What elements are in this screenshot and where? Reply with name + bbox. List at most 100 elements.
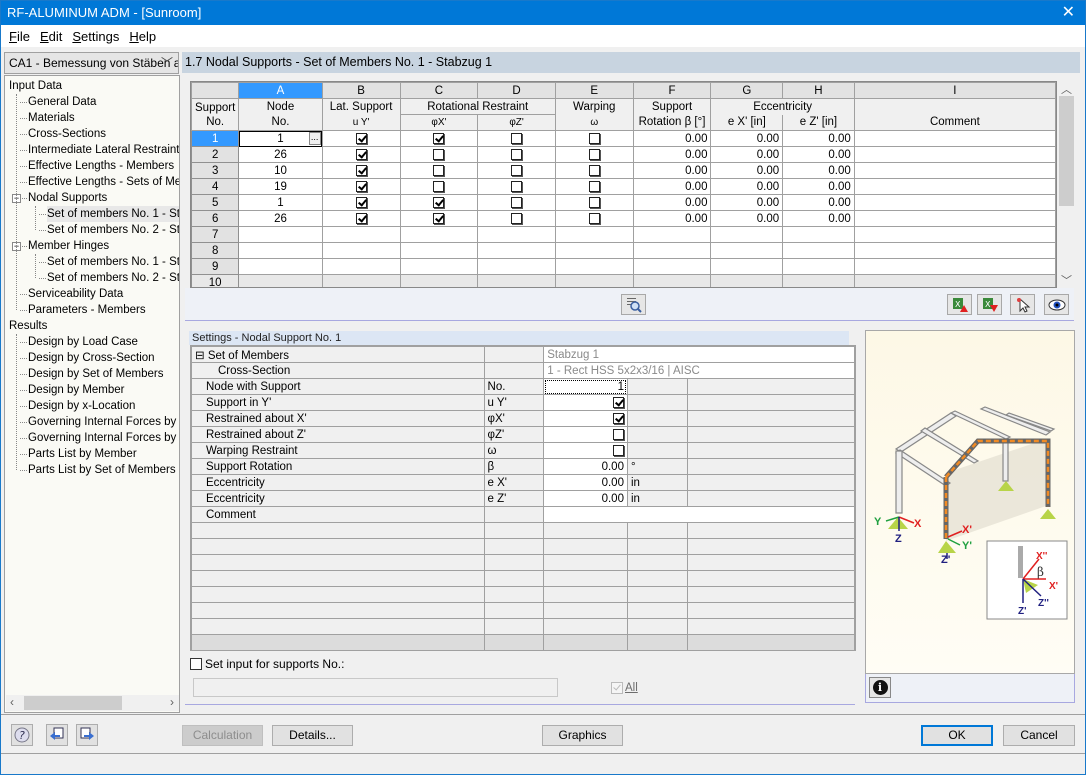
collapse-icon[interactable]: ⊟ xyxy=(195,350,208,362)
omega-checkbox[interactable] xyxy=(588,180,600,192)
row-header[interactable]: 9 xyxy=(191,258,240,275)
scroll-left-icon[interactable]: ‹ xyxy=(10,695,14,709)
menu-file[interactable]: File xyxy=(4,29,35,44)
ex-cell[interactable]: 0.00 xyxy=(710,130,784,147)
phix-cell[interactable] xyxy=(399,226,479,243)
tree-member-hinges[interactable]: Member Hinges xyxy=(28,238,109,254)
settings-value[interactable]: 0.00 xyxy=(543,490,628,507)
ez-cell[interactable]: 0.00 xyxy=(782,194,855,211)
phix-checkbox[interactable] xyxy=(433,196,445,208)
row-header[interactable]: 7 xyxy=(191,226,240,243)
phiz-cell[interactable] xyxy=(477,194,556,211)
col-header-a[interactable]: A xyxy=(238,82,323,99)
tree-item-design-by-member[interactable]: Design by Member xyxy=(28,382,125,398)
uy-cell[interactable] xyxy=(321,162,401,179)
row-header[interactable]: 10 xyxy=(191,274,240,287)
comment-cell[interactable] xyxy=(853,178,1056,195)
phix-cell[interactable] xyxy=(399,146,479,163)
settings-checkbox[interactable] xyxy=(612,412,624,424)
phix-checkbox[interactable] xyxy=(433,132,445,144)
settings-value[interactable] xyxy=(543,426,628,443)
omega-cell[interactable] xyxy=(554,146,634,163)
row-header[interactable]: 3 xyxy=(191,162,240,179)
col-header-c[interactable]: C xyxy=(399,82,479,99)
tree-item-effective-lengths-members[interactable]: Effective Lengths - Members xyxy=(28,158,174,174)
close-icon[interactable]: ✕ xyxy=(1062,1,1075,25)
omega-cell[interactable] xyxy=(554,194,634,211)
comment-cell[interactable] xyxy=(853,274,1056,287)
settings-value[interactable]: 0.00 xyxy=(543,458,628,475)
node-cell[interactable]: 19 xyxy=(238,178,323,195)
scroll-up-icon[interactable]: ︿ xyxy=(1061,81,1072,97)
comment-cell[interactable] xyxy=(853,258,1056,275)
tree-item-governing-internal-forces-by-m[interactable]: Governing Internal Forces by M xyxy=(28,414,179,430)
omega-cell[interactable] xyxy=(554,210,634,227)
scroll-thumb[interactable] xyxy=(1059,96,1074,206)
uy-checkbox[interactable] xyxy=(355,148,367,160)
ex-cell[interactable]: 0.00 xyxy=(710,162,784,179)
settings-value[interactable]: 0.00 xyxy=(543,474,628,491)
beta-cell[interactable]: 0.00 xyxy=(632,210,712,227)
uy-cell[interactable] xyxy=(321,242,401,259)
scroll-down-icon[interactable]: ﹀ xyxy=(1061,272,1072,288)
phiz-cell[interactable] xyxy=(477,162,556,179)
row-header[interactable]: 5 xyxy=(191,194,240,211)
tree-item-parameters-members[interactable]: Parameters - Members xyxy=(28,302,146,318)
row-header[interactable]: 6 xyxy=(191,210,240,227)
ez-cell[interactable] xyxy=(782,242,855,259)
phix-cell[interactable] xyxy=(399,274,479,287)
comment-cell[interactable] xyxy=(853,162,1056,179)
settings-comment-field[interactable] xyxy=(543,506,855,523)
set-input-check-box[interactable] xyxy=(190,658,202,670)
phiz-cell[interactable] xyxy=(477,258,556,275)
node-cell[interactable]: 1... xyxy=(238,130,323,147)
uy-checkbox[interactable] xyxy=(355,164,367,176)
node-cell[interactable]: 1 xyxy=(238,194,323,211)
uy-cell[interactable] xyxy=(321,194,401,211)
phiz-cell[interactable] xyxy=(477,274,556,287)
menu-settings[interactable]: Settings xyxy=(67,29,124,44)
phiz-checkbox[interactable] xyxy=(511,132,523,144)
row-header[interactable]: 4 xyxy=(191,178,240,195)
node-cell[interactable]: 26 xyxy=(238,210,323,227)
col-header-b[interactable]: B xyxy=(321,82,401,99)
omega-cell[interactable] xyxy=(554,130,634,147)
uy-cell[interactable] xyxy=(321,130,401,147)
phiz-cell[interactable] xyxy=(477,146,556,163)
comment-cell[interactable] xyxy=(853,226,1056,243)
omega-cell[interactable] xyxy=(554,226,634,243)
uy-checkbox[interactable] xyxy=(355,212,367,224)
node-cell[interactable] xyxy=(238,226,323,243)
uy-cell[interactable] xyxy=(321,258,401,275)
node-cell[interactable] xyxy=(238,274,323,287)
scroll-right-icon[interactable]: › xyxy=(170,695,174,709)
comment-cell[interactable] xyxy=(853,194,1056,211)
uy-cell[interactable] xyxy=(321,146,401,163)
tree-item-serviceability-data[interactable]: Serviceability Data xyxy=(28,286,123,302)
uy-checkbox[interactable] xyxy=(355,132,367,144)
menu-edit[interactable]: Edit xyxy=(35,29,67,44)
tree-item-parts-list-by-set-of-members[interactable]: Parts List by Set of Members xyxy=(28,462,176,478)
settings-value[interactable] xyxy=(543,394,628,411)
omega-cell[interactable] xyxy=(554,162,634,179)
beta-cell[interactable] xyxy=(632,226,712,243)
ex-cell[interactable]: 0.00 xyxy=(710,146,784,163)
import-excel-button[interactable]: X xyxy=(977,294,1002,315)
previous-button[interactable] xyxy=(46,724,68,746)
details-button[interactable]: Details... xyxy=(272,725,353,746)
omega-checkbox[interactable] xyxy=(588,148,600,160)
ex-cell[interactable] xyxy=(710,242,784,259)
export-excel-button[interactable]: X xyxy=(947,294,972,315)
node-cell[interactable]: 26 xyxy=(238,146,323,163)
tree-nodal-supports-set-1[interactable]: Set of members No. 1 - Sta xyxy=(47,206,179,222)
omega-cell[interactable] xyxy=(554,242,634,259)
phix-cell[interactable] xyxy=(399,258,479,275)
beta-cell[interactable]: 0.00 xyxy=(632,162,712,179)
tree-item-materials[interactable]: Materials xyxy=(28,110,75,126)
beta-cell[interactable] xyxy=(632,274,712,287)
tree-item-effective-lengths-sets-of-mer[interactable]: Effective Lengths - Sets of Mer xyxy=(28,174,179,190)
node-cell[interactable] xyxy=(238,258,323,275)
phix-checkbox[interactable] xyxy=(433,164,445,176)
col-header-f[interactable]: F xyxy=(632,82,712,99)
phiz-cell[interactable] xyxy=(477,130,556,147)
